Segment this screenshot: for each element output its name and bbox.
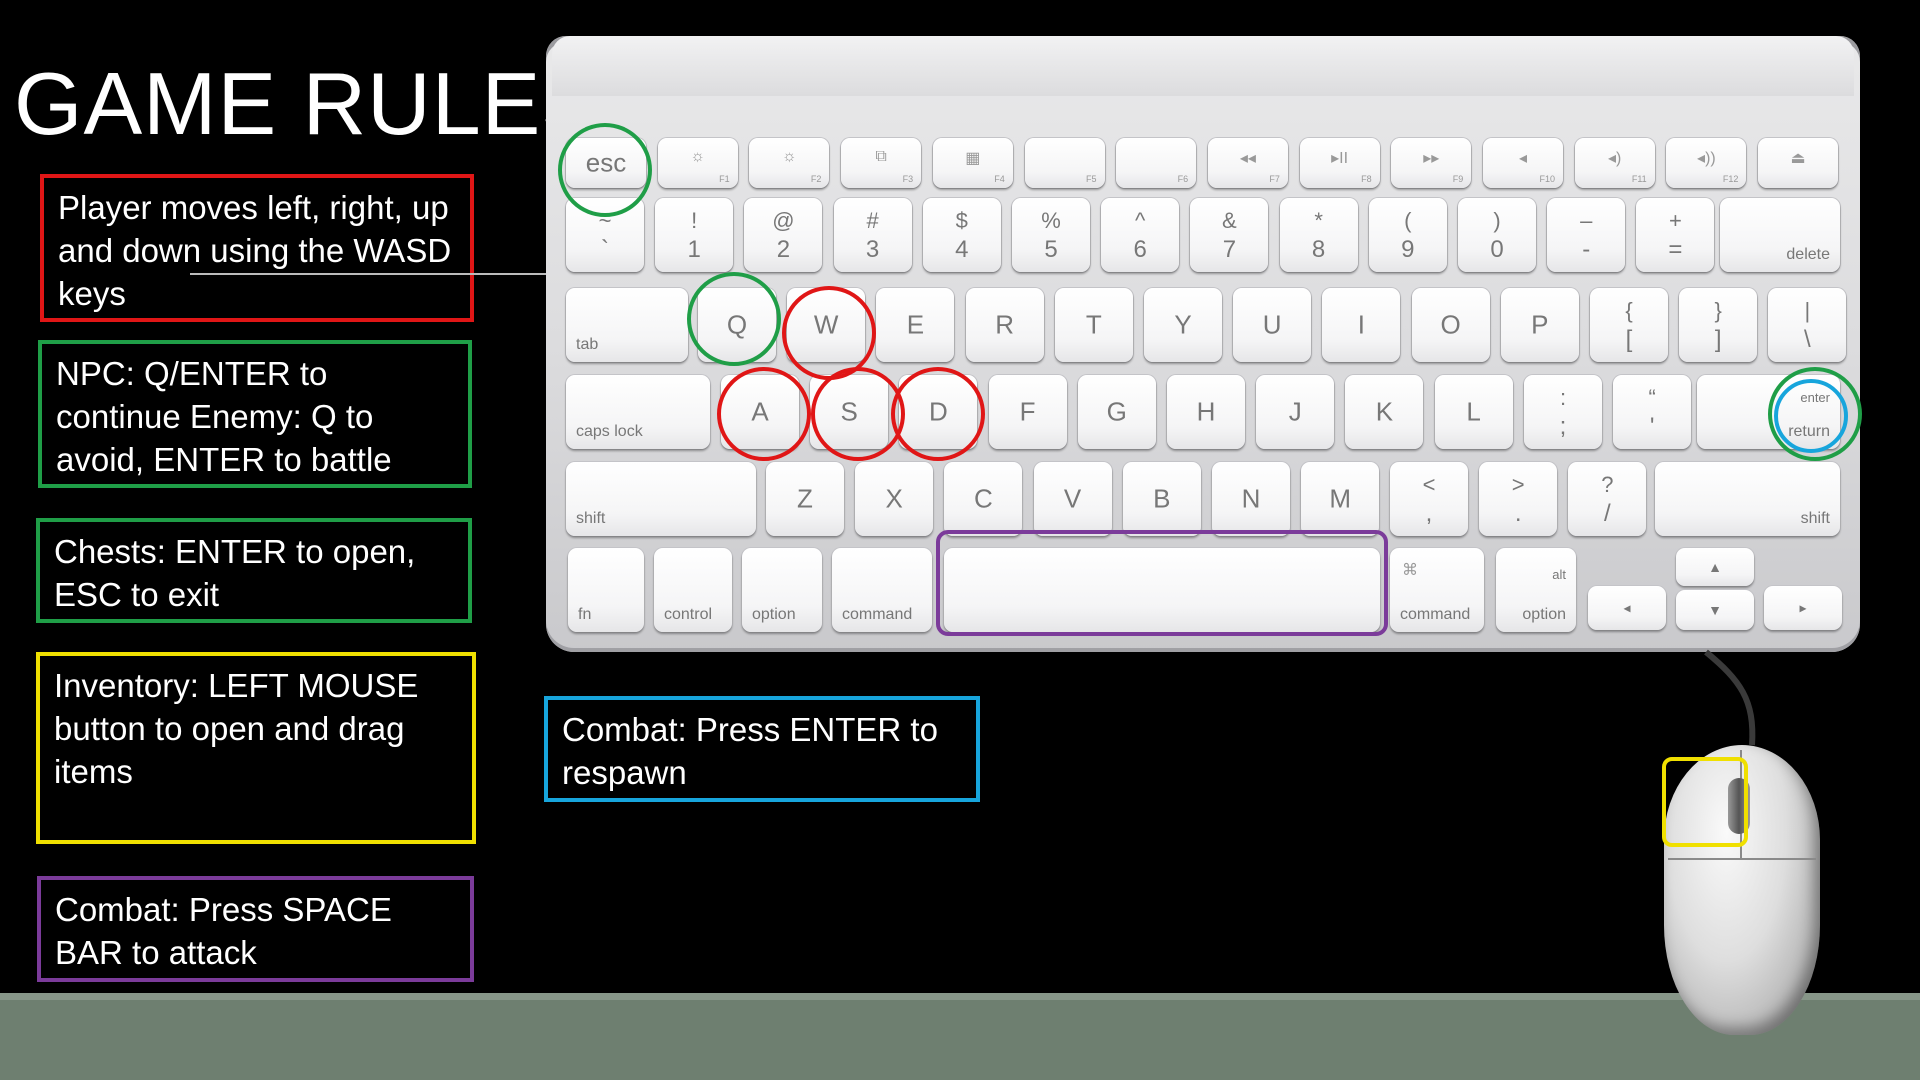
mouse-button-edge bbox=[1668, 858, 1816, 860]
highlight-left-mouse-button bbox=[1662, 757, 1748, 847]
mouse-cable bbox=[1704, 649, 1756, 746]
